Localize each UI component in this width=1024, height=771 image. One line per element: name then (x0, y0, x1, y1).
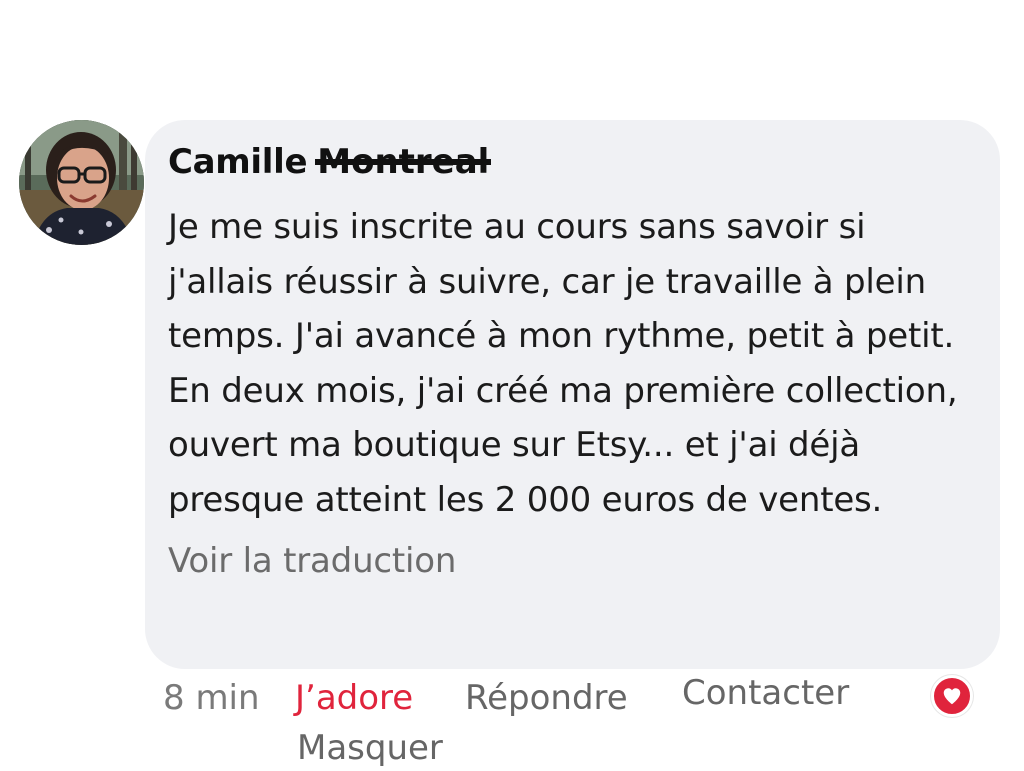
comment-screen: Camille Montreal Je me suis inscrite au … (0, 0, 1024, 771)
comment-timestamp: 8 min (163, 678, 260, 718)
author-location-redacted: Montreal (315, 142, 492, 182)
comment-actions: 8 min J’adore Répondre Contacter Masquer… (163, 673, 993, 771)
hide-button[interactable]: Masquer (297, 728, 443, 768)
comment-bubble: Camille Montreal Je me suis inscrite au … (145, 120, 1000, 669)
reply-button[interactable]: Répondre (465, 678, 628, 718)
heart-icon (931, 675, 973, 717)
love-button[interactable]: J’adore (295, 678, 413, 718)
comment-body: Je me suis inscrite au cours sans savoir… (168, 207, 958, 520)
user-photo-avatar-icon (19, 120, 144, 245)
author-name[interactable]: Camille (168, 142, 308, 182)
author-avatar[interactable] (19, 120, 144, 245)
see-translation-link[interactable]: Voir la traduction (168, 541, 456, 581)
contact-button[interactable]: Contacter (682, 673, 849, 713)
comment-header: Camille Montreal (168, 142, 978, 182)
